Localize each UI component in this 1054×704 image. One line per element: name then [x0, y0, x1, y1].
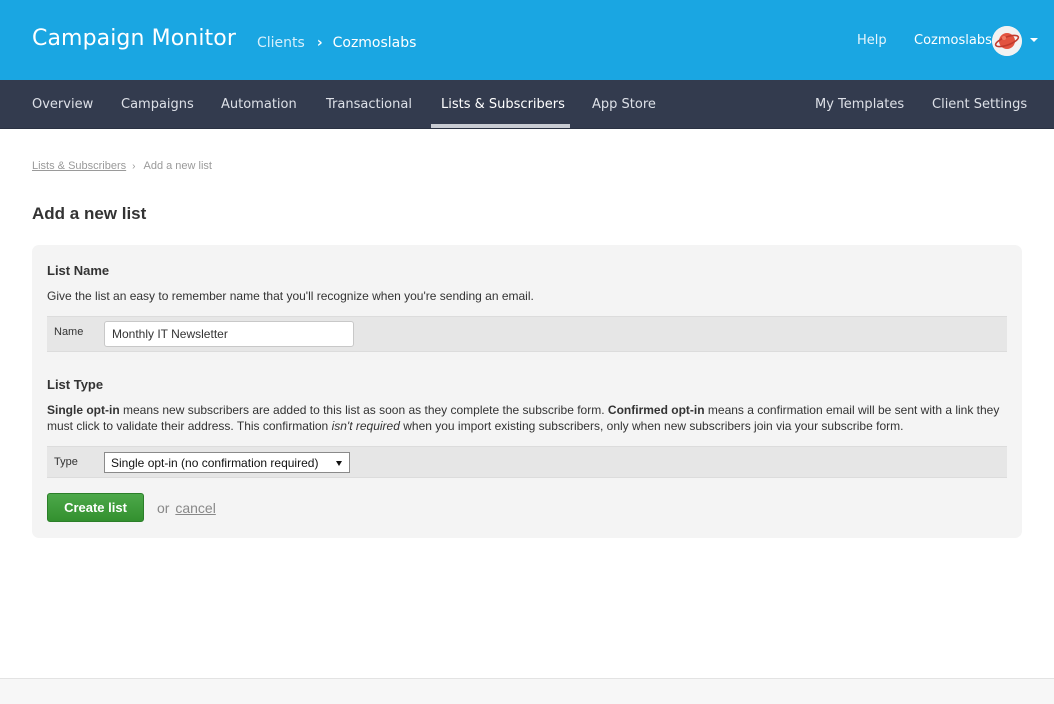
- brand-logo[interactable]: Campaign Monitor: [32, 26, 236, 51]
- client-name[interactable]: Cozmoslabs: [333, 35, 417, 51]
- nav-overview[interactable]: Overview: [32, 97, 93, 112]
- nav-transactional[interactable]: Transactional: [326, 97, 412, 112]
- clients-link[interactable]: Clients: [257, 35, 305, 51]
- planet-icon[interactable]: [992, 26, 1022, 56]
- client-breadcrumb: Clients › Cozmoslabs: [257, 35, 416, 51]
- desc-part-3: when you import existing subscribers, on…: [399, 419, 904, 433]
- dropdown-arrow-icon: [336, 461, 342, 466]
- chevron-right-icon: ›: [316, 35, 323, 51]
- name-label: Name: [54, 326, 84, 338]
- active-tab-indicator: [431, 124, 570, 128]
- list-name-heading: List Name: [47, 263, 110, 278]
- list-name-input[interactable]: [104, 321, 354, 347]
- breadcrumb-current: Add a new list: [143, 160, 212, 172]
- page-footer: [0, 678, 1054, 704]
- name-row: Name: [47, 316, 1007, 352]
- list-name-description: Give the list an easy to remember name t…: [47, 289, 534, 303]
- list-type-description: Single opt-in means new subscribers are …: [47, 402, 1012, 434]
- nav-my-templates[interactable]: My Templates: [815, 97, 904, 112]
- main-nav: Overview Campaigns Automation Transactio…: [0, 80, 1054, 129]
- nav-client-settings[interactable]: Client Settings: [932, 97, 1027, 112]
- nav-campaigns[interactable]: Campaigns: [121, 97, 194, 112]
- nav-lists-subscribers[interactable]: Lists & Subscribers: [441, 97, 565, 112]
- breadcrumb-lists-link[interactable]: Lists & Subscribers: [32, 160, 126, 172]
- caret-down-icon[interactable]: [1030, 38, 1038, 42]
- desc-part-1: means new subscribers are added to this …: [119, 403, 608, 417]
- user-menu-name[interactable]: Cozmoslabs: [914, 33, 992, 48]
- create-list-button[interactable]: Create list: [47, 493, 144, 522]
- top-header: Campaign Monitor Clients › Cozmoslabs He…: [0, 0, 1054, 80]
- list-type-selected: Single opt-in (no confirmation required): [111, 456, 319, 470]
- nav-automation[interactable]: Automation: [221, 97, 297, 112]
- help-link[interactable]: Help: [857, 33, 887, 48]
- cancel-link[interactable]: cancel: [175, 500, 215, 516]
- confirmed-optin-term: Confirmed opt-in: [607, 403, 705, 417]
- nav-app-store[interactable]: App Store: [592, 97, 656, 112]
- type-label: Type: [54, 456, 78, 468]
- list-type-heading: List Type: [47, 377, 104, 392]
- or-cancel: or cancel: [157, 500, 216, 516]
- desc-italic: isn't required: [331, 419, 400, 433]
- new-list-form: List Name Give the list an easy to remem…: [32, 245, 1022, 538]
- chevron-right-icon: ›: [132, 160, 136, 172]
- page-title: Add a new list: [32, 204, 147, 223]
- list-type-select[interactable]: Single opt-in (no confirmation required): [104, 452, 350, 473]
- type-row: Type Single opt-in (no confirmation requ…: [47, 446, 1007, 478]
- single-optin-term: Single opt-in: [47, 403, 120, 417]
- breadcrumb: Lists & Subscribers › Add a new list: [32, 160, 212, 172]
- or-text: or: [157, 500, 170, 516]
